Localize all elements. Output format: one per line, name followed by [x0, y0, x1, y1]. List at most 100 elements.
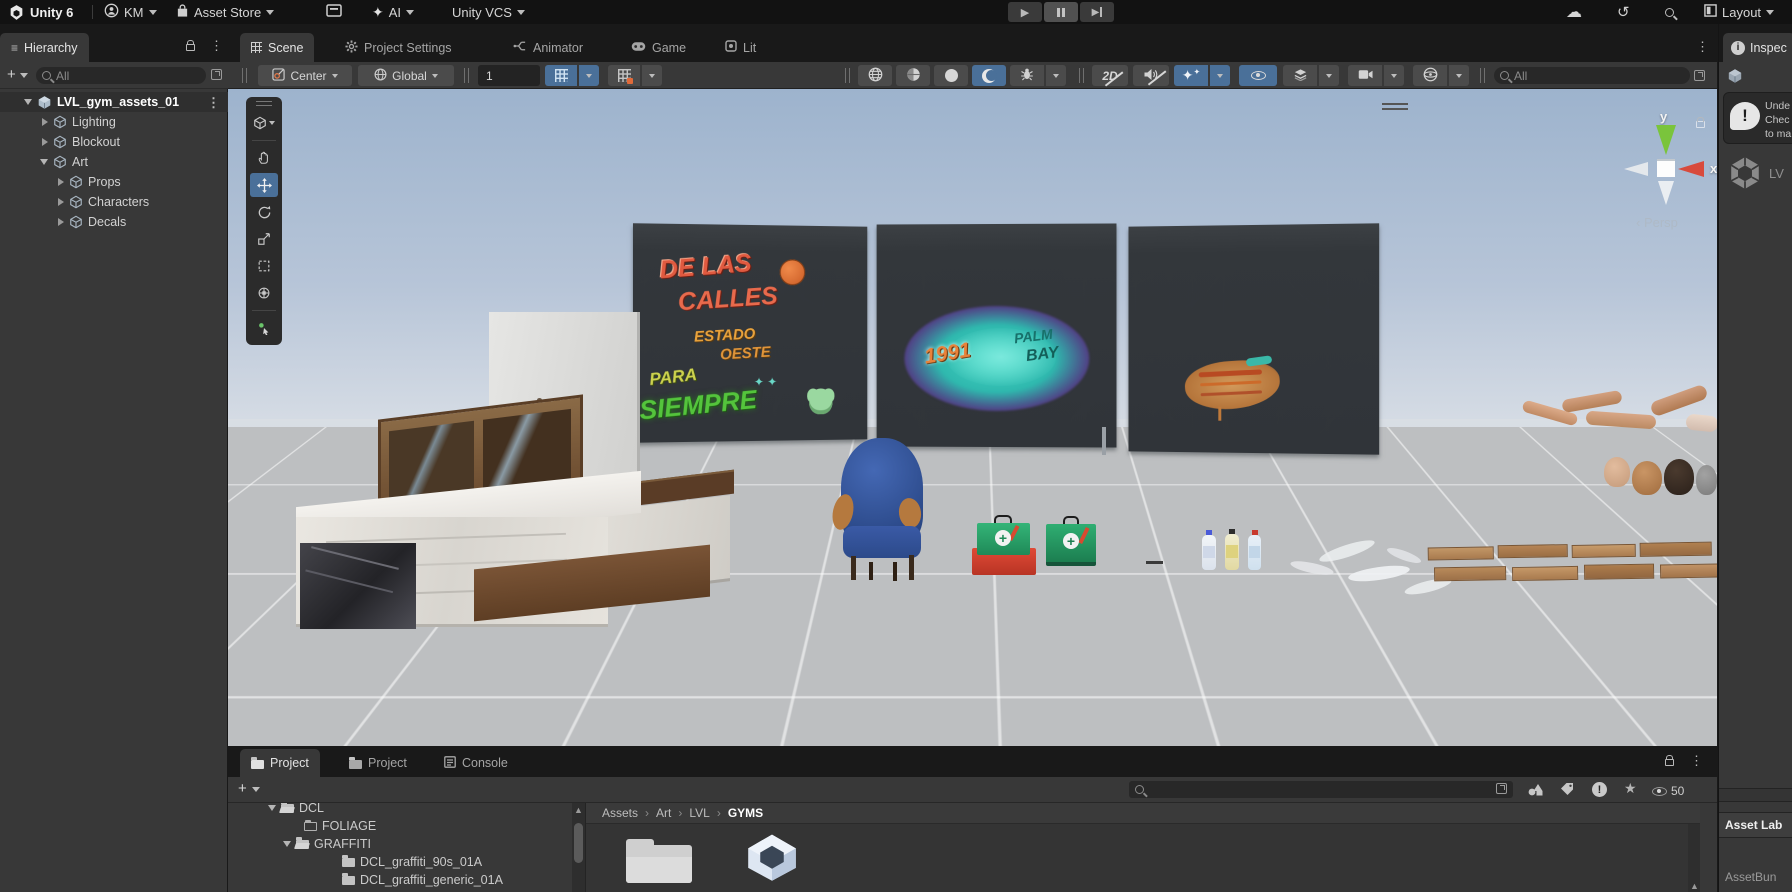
scale-tool-button[interactable]: [250, 227, 278, 251]
folder-row-graffiti-90s[interactable]: DCL_graffiti_90s_01A: [228, 852, 585, 871]
kebab-icon[interactable]: ⋮: [1690, 754, 1703, 767]
layout-menu[interactable]: Layout: [1704, 0, 1775, 24]
lock-icon[interactable]: [1665, 755, 1674, 769]
particles-overlay-button[interactable]: ◈: [578, 706, 616, 734]
tab-project-settings[interactable]: Project Settings: [334, 33, 463, 62]
expand-icon[interactable]: [211, 69, 222, 83]
transform-overlay-button[interactable]: [660, 706, 698, 734]
account-menu[interactable]: KM: [104, 0, 157, 24]
drag-handle-icon[interactable]: [242, 68, 247, 83]
chevron-down-icon[interactable]: [252, 787, 260, 792]
scroll-up-icon[interactable]: ▲: [1690, 882, 1699, 891]
bottle-dark-cap[interactable]: [1225, 529, 1239, 570]
grid-overlay-button[interactable]: [496, 706, 534, 734]
breadcrumb-assets[interactable]: Assets: [602, 806, 638, 820]
drag-handle-icon[interactable]: [1480, 68, 1485, 83]
axis-z-cone[interactable]: [1624, 162, 1648, 176]
hierarchy-row-blockout[interactable]: Blockout: [0, 132, 228, 152]
hierarchy-search-input[interactable]: All: [36, 67, 206, 84]
expand-arrow-icon[interactable]: [42, 138, 48, 146]
asset-folder-item[interactable]: [626, 835, 696, 885]
projection-label[interactable]: ‹ Persp: [1636, 215, 1678, 230]
breadcrumb-lvl[interactable]: LVL: [689, 806, 709, 820]
character-heads[interactable]: [1604, 451, 1717, 507]
increment-snap-dropdown[interactable]: [642, 65, 662, 86]
compass-overlay-button[interactable]: [332, 706, 370, 734]
search-overlay-button[interactable]: [619, 706, 657, 734]
armchair[interactable]: [829, 438, 931, 582]
rect-tool-button[interactable]: [250, 254, 278, 278]
favorites-star-icon[interactable]: ★: [1624, 780, 1637, 797]
tab-project-2[interactable]: Project: [338, 749, 418, 777]
debug-draw-dropdown[interactable]: [1046, 65, 1066, 86]
folder-row-graffiti-generic[interactable]: DCL_graffiti_generic_01A: [228, 870, 585, 889]
hierarchy-row-characters[interactable]: Characters: [0, 192, 228, 212]
first-aid-kit-green[interactable]: +: [1046, 516, 1096, 570]
tab-game[interactable]: Game: [620, 33, 697, 62]
tab-hierarchy[interactable]: ≡ Hierarchy: [0, 33, 89, 62]
tab-lit[interactable]: Lit: [714, 33, 767, 62]
reception-desk[interactable]: [288, 389, 768, 649]
collapse-arrow-icon[interactable]: [24, 99, 32, 105]
rotate-tool-button[interactable]: [250, 200, 278, 224]
archive-icon-button[interactable]: [326, 0, 342, 24]
grid-size-input[interactable]: 1: [478, 65, 540, 86]
scene-search-input[interactable]: All: [1494, 67, 1690, 84]
asset-pane-scrollbar[interactable]: ▲ ▼: [1688, 824, 1700, 892]
vcs-menu[interactable]: Unity VCS: [452, 0, 525, 24]
create-asset-button[interactable]: +: [238, 781, 247, 796]
shading-shaded-button[interactable]: [934, 65, 968, 86]
cloud-button[interactable]: ☁: [1566, 0, 1582, 24]
character-arms[interactable]: [1518, 383, 1717, 451]
breadcrumb-gyms[interactable]: GYMS: [728, 806, 763, 820]
toggle-2d-button[interactable]: 2D: [1092, 65, 1128, 86]
custom-tool-button[interactable]: [250, 316, 278, 340]
grid-snap-button[interactable]: [545, 65, 577, 86]
bottle-red-cap[interactable]: [1248, 530, 1261, 570]
folder-row-dcl[interactable]: DCL: [228, 803, 585, 817]
hierarchy-row-scene-root[interactable]: LVL_gym_assets_01 ⋮: [0, 92, 228, 112]
drag-handle-icon[interactable]: [845, 68, 850, 83]
gizmos-dropdown[interactable]: [1449, 65, 1469, 86]
folder-row-graffiti[interactable]: GRAFFITI: [228, 834, 585, 853]
axis-y-cone[interactable]: [1656, 125, 1676, 155]
kebab-icon[interactable]: ⋮: [1696, 40, 1709, 53]
debug-draw-button[interactable]: [1010, 65, 1044, 86]
tab-project-1[interactable]: Project: [240, 749, 320, 777]
expand-icon[interactable]: [1694, 70, 1705, 84]
camera-settings-dropdown[interactable]: [1384, 65, 1404, 86]
collapse-arrow-icon[interactable]: [283, 840, 291, 847]
ai-menu[interactable]: ✦ AI: [372, 0, 415, 24]
lock-icon[interactable]: [1696, 117, 1705, 131]
bottle-blue-cap[interactable]: [1202, 530, 1216, 570]
asset-scene-item[interactable]: [736, 829, 808, 885]
history-button[interactable]: ↺: [1617, 0, 1630, 24]
buildings-overlay-button[interactable]: [250, 706, 288, 734]
axis-down-cone[interactable]: [1658, 181, 1674, 205]
hidden-packages-warning-button[interactable]: !: [1592, 782, 1607, 797]
pole[interactable]: [1102, 427, 1106, 455]
layers-dropdown[interactable]: [1319, 65, 1339, 86]
lock-icon[interactable]: [186, 40, 195, 54]
project-search-input[interactable]: [1129, 781, 1513, 798]
tool-handle-rotation-dropdown[interactable]: Global: [358, 65, 454, 86]
expand-arrow-icon[interactable]: [42, 118, 48, 126]
effects-button[interactable]: ✦✦: [1174, 65, 1208, 86]
hierarchy-row-art[interactable]: Art: [0, 152, 228, 172]
move-tool-button[interactable]: [250, 173, 278, 197]
expand-arrow-icon[interactable]: [58, 198, 64, 206]
tab-scene[interactable]: Scene: [240, 33, 315, 62]
scrollbar-thumb[interactable]: [574, 823, 583, 863]
hand-tool-button[interactable]: [250, 146, 278, 170]
expand-arrow-icon[interactable]: [58, 178, 64, 186]
axis-x-cone[interactable]: [1678, 161, 1704, 177]
step-button[interactable]: ▶: [1080, 2, 1114, 22]
lighting-overlay-button[interactable]: [537, 706, 575, 734]
global-search-button[interactable]: [1665, 0, 1674, 24]
drag-handle-icon[interactable]: [242, 711, 247, 729]
add-gameobject-button[interactable]: +: [7, 67, 16, 82]
camera-settings-button[interactable]: [1348, 65, 1382, 86]
folder-row-foliage[interactable]: FOLIAGE: [228, 816, 585, 835]
first-aid-kit-red[interactable]: +: [972, 515, 1036, 575]
collapse-arrow-icon[interactable]: [40, 159, 48, 165]
